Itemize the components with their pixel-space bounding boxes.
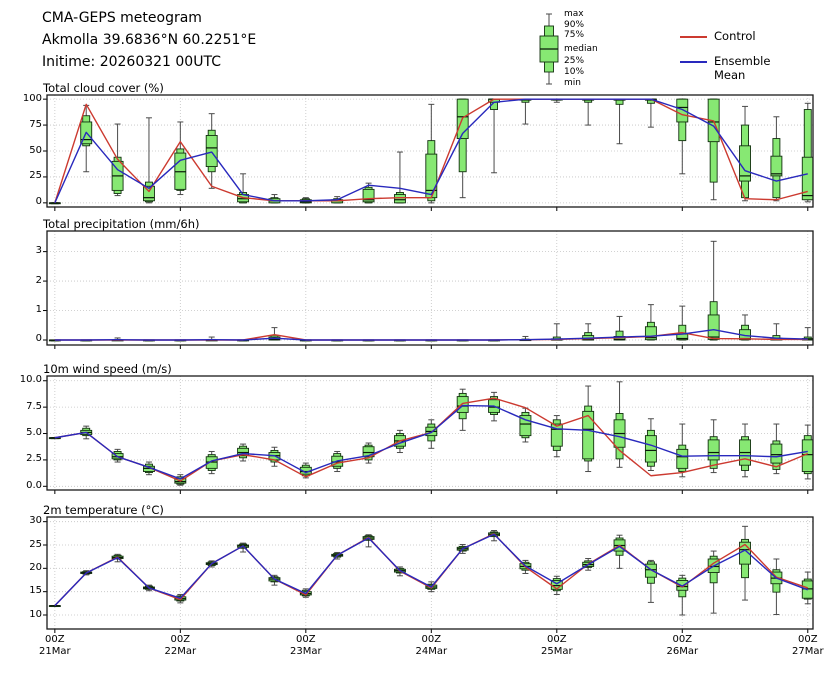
legend-ensemble-mean-label: Ensemble Mean	[714, 54, 770, 82]
legend-control-label: Control	[714, 29, 756, 43]
ensemble-mean-line-sample	[680, 61, 707, 63]
meteogram-canvas	[0, 0, 836, 678]
meteogram-page: 0255075100Total cloud cover (%)0123Total…	[0, 0, 836, 678]
control-line-sample	[680, 36, 707, 38]
figure-title: CMA-GEPS meteogram	[42, 7, 256, 29]
figure-inittime: Initime: 20260321 00UTC	[42, 51, 256, 73]
figure-location: Akmolla 39.6836°N 60.2251°E	[42, 29, 256, 51]
figure-header: CMA-GEPS meteogram Akmolla 39.6836°N 60.…	[42, 7, 256, 73]
